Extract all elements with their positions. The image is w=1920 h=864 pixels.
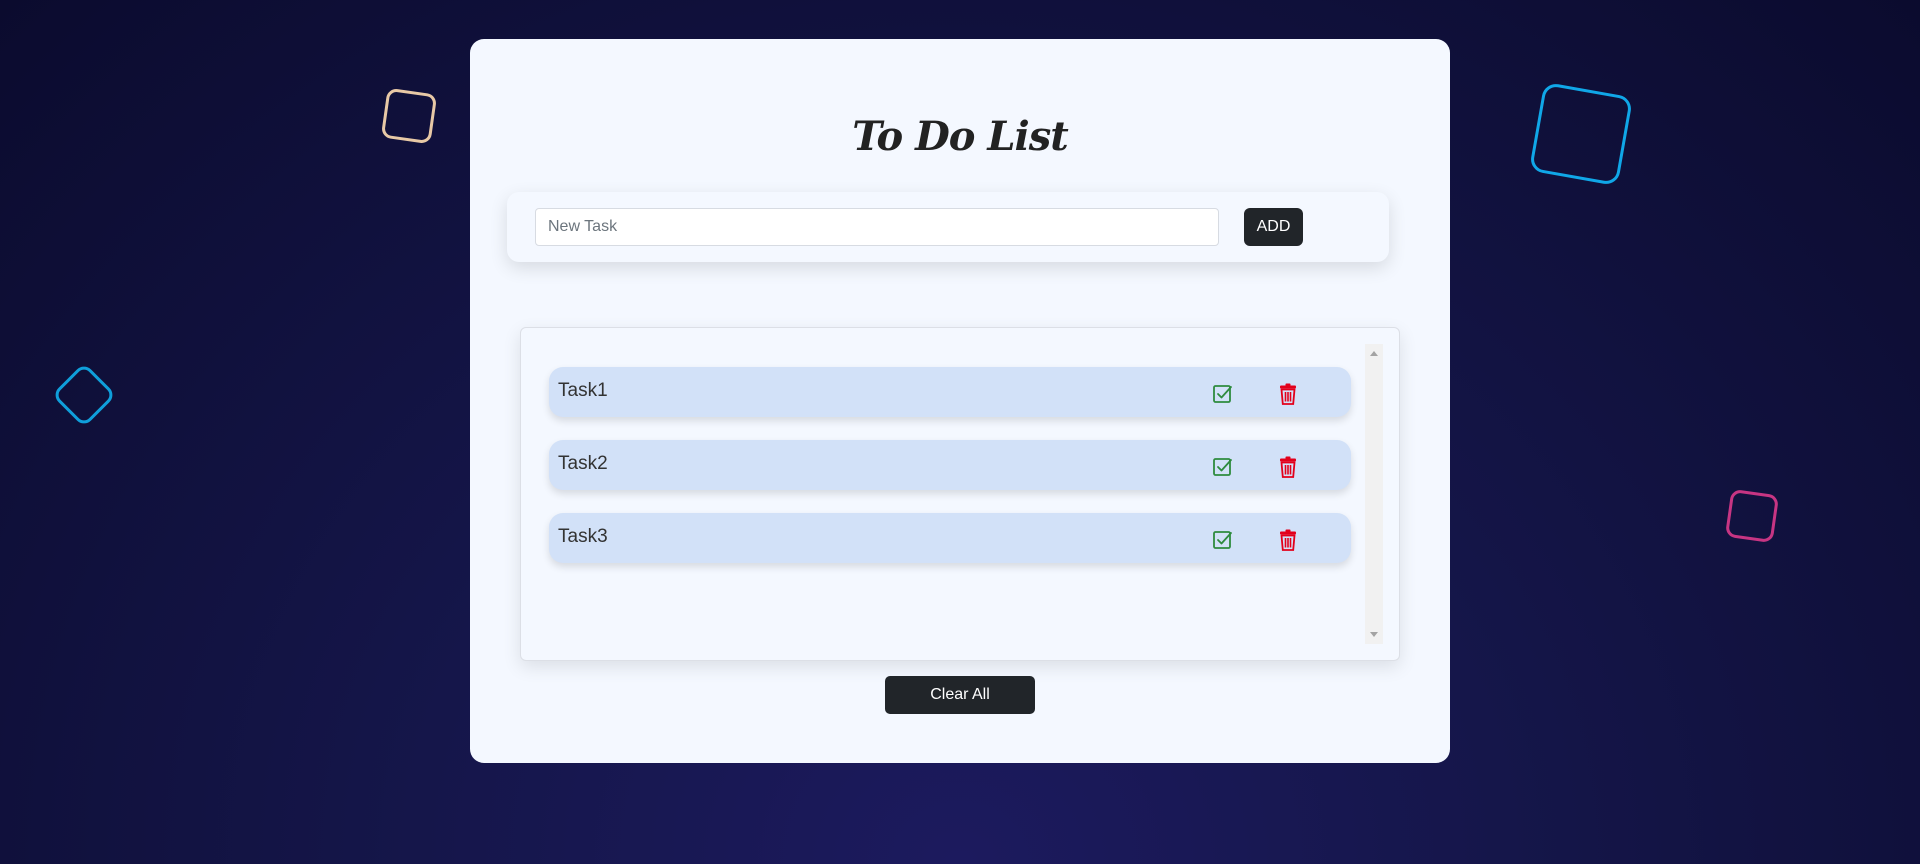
trash-icon[interactable] (1276, 382, 1300, 406)
task-item: Task3 (549, 513, 1351, 563)
check-square-icon[interactable] (1211, 528, 1235, 552)
decorative-square-beige (380, 87, 438, 145)
decorative-square-pink (1724, 488, 1780, 544)
add-task-button[interactable]: ADD (1244, 208, 1303, 246)
check-square-icon[interactable] (1211, 455, 1235, 479)
decorative-square-blue-large (1528, 81, 1634, 187)
todo-card: To Do List ADD Task1 (470, 39, 1450, 763)
task-text: Task2 (558, 453, 608, 474)
task-list-container: Task1 Task2 Task3 (520, 327, 1400, 661)
decorative-diamond-blue (51, 362, 117, 428)
trash-icon[interactable] (1276, 455, 1300, 479)
trash-icon[interactable] (1276, 528, 1300, 552)
task-item: Task1 (549, 367, 1351, 417)
task-text: Task3 (558, 526, 608, 547)
new-task-form: ADD (507, 192, 1389, 262)
scroll-down-arrow-icon[interactable] (1370, 632, 1378, 637)
task-text: Task1 (558, 380, 608, 401)
clear-all-button[interactable]: Clear All (885, 676, 1035, 714)
task-list: Task1 Task2 Task3 (549, 367, 1351, 586)
task-list-scrollbar[interactable] (1365, 344, 1383, 644)
scroll-up-arrow-icon[interactable] (1370, 351, 1378, 356)
check-square-icon[interactable] (1211, 382, 1235, 406)
page-title: To Do List (852, 113, 1068, 160)
task-item: Task2 (549, 440, 1351, 490)
new-task-input[interactable] (535, 208, 1219, 246)
